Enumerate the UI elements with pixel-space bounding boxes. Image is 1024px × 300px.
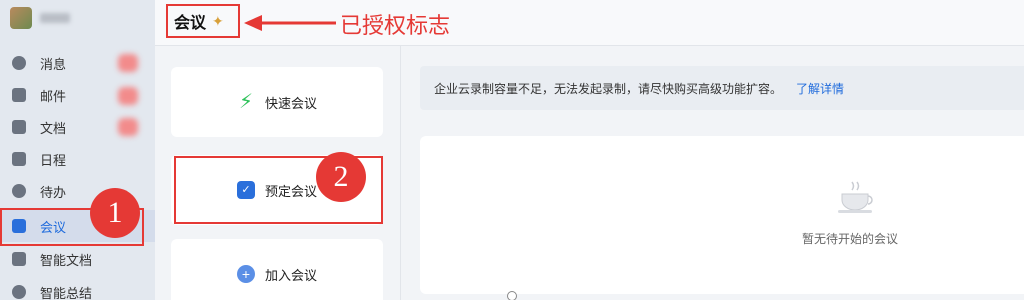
profile-header[interactable] (10, 7, 70, 29)
column-divider (400, 46, 401, 300)
user-name-blurred (40, 13, 70, 23)
storage-notice-banner: 企业云录制容量不足，无法发起录制，请尽快购买高级功能扩容。 了解详情 (420, 66, 1024, 110)
sidebar-item-label: 文档 (40, 120, 67, 136)
unread-badge-blurred (118, 87, 138, 105)
calendar-icon (12, 152, 26, 166)
unread-badge-blurred (118, 118, 138, 136)
notice-text: 企业云录制容量不足，无法发起录制，请尽快购买高级功能扩容。 (434, 81, 783, 96)
learn-more-link[interactable]: 了解详情 (796, 80, 844, 97)
smart-doc-icon (12, 252, 26, 266)
scroll-handle[interactable] (507, 291, 517, 300)
annotation-arrow (244, 15, 336, 31)
sidebar: 消息 邮件 文档 日程 待办 会议 智能文档 智能总结 (0, 0, 155, 300)
chat-icon (12, 56, 26, 70)
coffee-cup-icon (838, 181, 873, 213)
authorized-badge-icon: ✦ (212, 12, 224, 29)
empty-state-text: 暂无待开始的会议 (801, 232, 898, 246)
page-title: 会议 (174, 15, 207, 32)
sparkle-icon (12, 285, 26, 299)
sidebar-item-label: 日程 (40, 152, 67, 168)
mail-icon (12, 88, 26, 102)
callout-badge-1: 1 (90, 188, 140, 238)
sidebar-item-label: 智能总结 (40, 285, 93, 300)
unread-badge-blurred (118, 54, 138, 72)
avatar[interactable] (10, 7, 32, 29)
check-circle-icon (12, 184, 26, 198)
lightning-icon: ⚡ (238, 91, 253, 113)
quick-meeting-card[interactable]: ⚡ 快速会议 (171, 67, 383, 137)
callout-badge-2: 2 (316, 152, 366, 202)
join-meeting-label: 加入会议 (264, 267, 317, 283)
page-title-box: 会议 ✦ (166, 4, 240, 38)
sidebar-item-smart-summary[interactable]: 智能总结 (0, 276, 155, 300)
sidebar-item-label: 邮件 (40, 88, 67, 104)
sidebar-item-label: 待办 (40, 184, 67, 200)
plus-circle-icon: + (236, 265, 255, 283)
authorized-annotation-text: 已授权标志 (340, 13, 451, 38)
quick-meeting-label: 快速会议 (264, 95, 317, 111)
upcoming-meetings-panel (420, 136, 1024, 294)
join-meeting-card[interactable]: + 加入会议 (171, 239, 383, 300)
sidebar-item-label: 智能文档 (40, 252, 93, 268)
sidebar-item-calendar[interactable]: 日程 (0, 143, 155, 175)
sidebar-item-label: 消息 (40, 56, 67, 72)
sidebar-item-smart-docs[interactable]: 智能文档 (0, 243, 155, 275)
document-icon (12, 120, 26, 134)
